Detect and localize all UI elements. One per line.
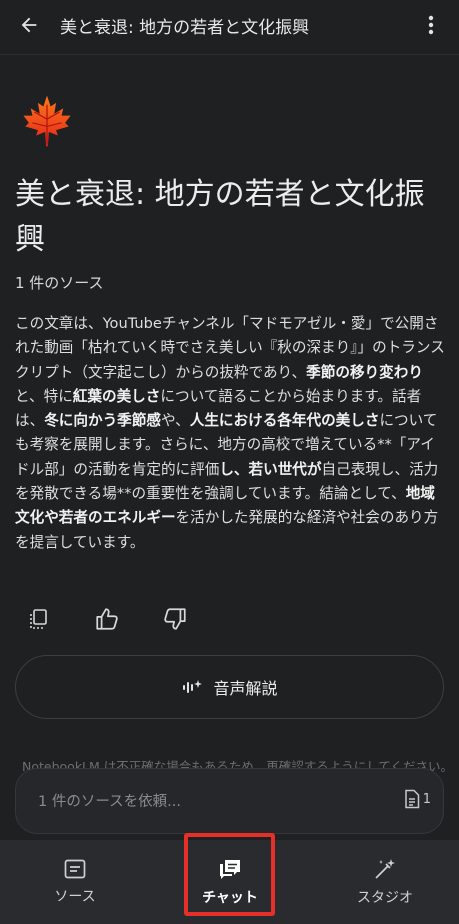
source-chip[interactable]: 1 [403,789,431,809]
source-chip-count: 1 [422,791,431,807]
maple-leaf-icon [23,95,71,147]
summary-actions [22,602,192,636]
nav-tab-label: スタジオ [357,890,413,906]
chat-input[interactable] [38,791,378,813]
audio-sparkle-icon [183,680,203,693]
summary-bold-segment: 季節の移り変わり [306,363,423,381]
notebook-summary: この文章は、YouTubeチャンネル「マドモアゼル・愛」で公開された動画「枯れて… [15,312,445,555]
more-options-button[interactable] [411,4,451,46]
back-button[interactable] [4,0,54,50]
summary-bold-segment: 紅葉の美しさ [72,387,161,405]
nav-tab-sources[interactable]: ソース [10,840,140,924]
copy-notes-icon [30,609,47,629]
chat-composer: 1 [15,768,444,834]
summary-bold-segment: 人生における各年代の美しさ [189,412,380,430]
audio-overview-label: 音声解説 [213,679,278,698]
summary-bold-segment: 冬に向かう季節感 [44,412,161,430]
sources-icon [64,859,86,879]
nav-tab-studio[interactable]: スタジオ [320,840,450,924]
nav-tab-label: ソース [54,889,96,905]
thumbs-down-icon [164,608,186,630]
top-app-bar: 美と衰退: 地方の若者と文化振興 [0,0,459,50]
thumbs-up-icon [96,608,118,630]
thumbs-down-button[interactable] [158,602,192,636]
more-vert-icon [428,15,434,35]
studio-wand-icon [375,859,395,879]
summary-bold-segment: し、若い世代が [219,460,322,478]
app-bar-title: 美と衰退: 地方の若者と文化振興 [60,17,310,38]
thumbs-up-button[interactable] [90,602,124,636]
top-divider [0,54,459,55]
summary-segment: と、特に [15,387,73,405]
document-icon [404,789,419,809]
highlight-annotation [184,833,275,916]
summary-segment: や、 [160,412,190,430]
copy-notes-button[interactable] [22,602,56,636]
source-count: 1 件のソース [15,274,104,292]
audio-overview-button[interactable]: 音声解説 [15,655,444,719]
notebook-title: 美と衰退: 地方の若者と文化振興 [15,177,425,257]
arrow-left-icon [21,17,37,33]
